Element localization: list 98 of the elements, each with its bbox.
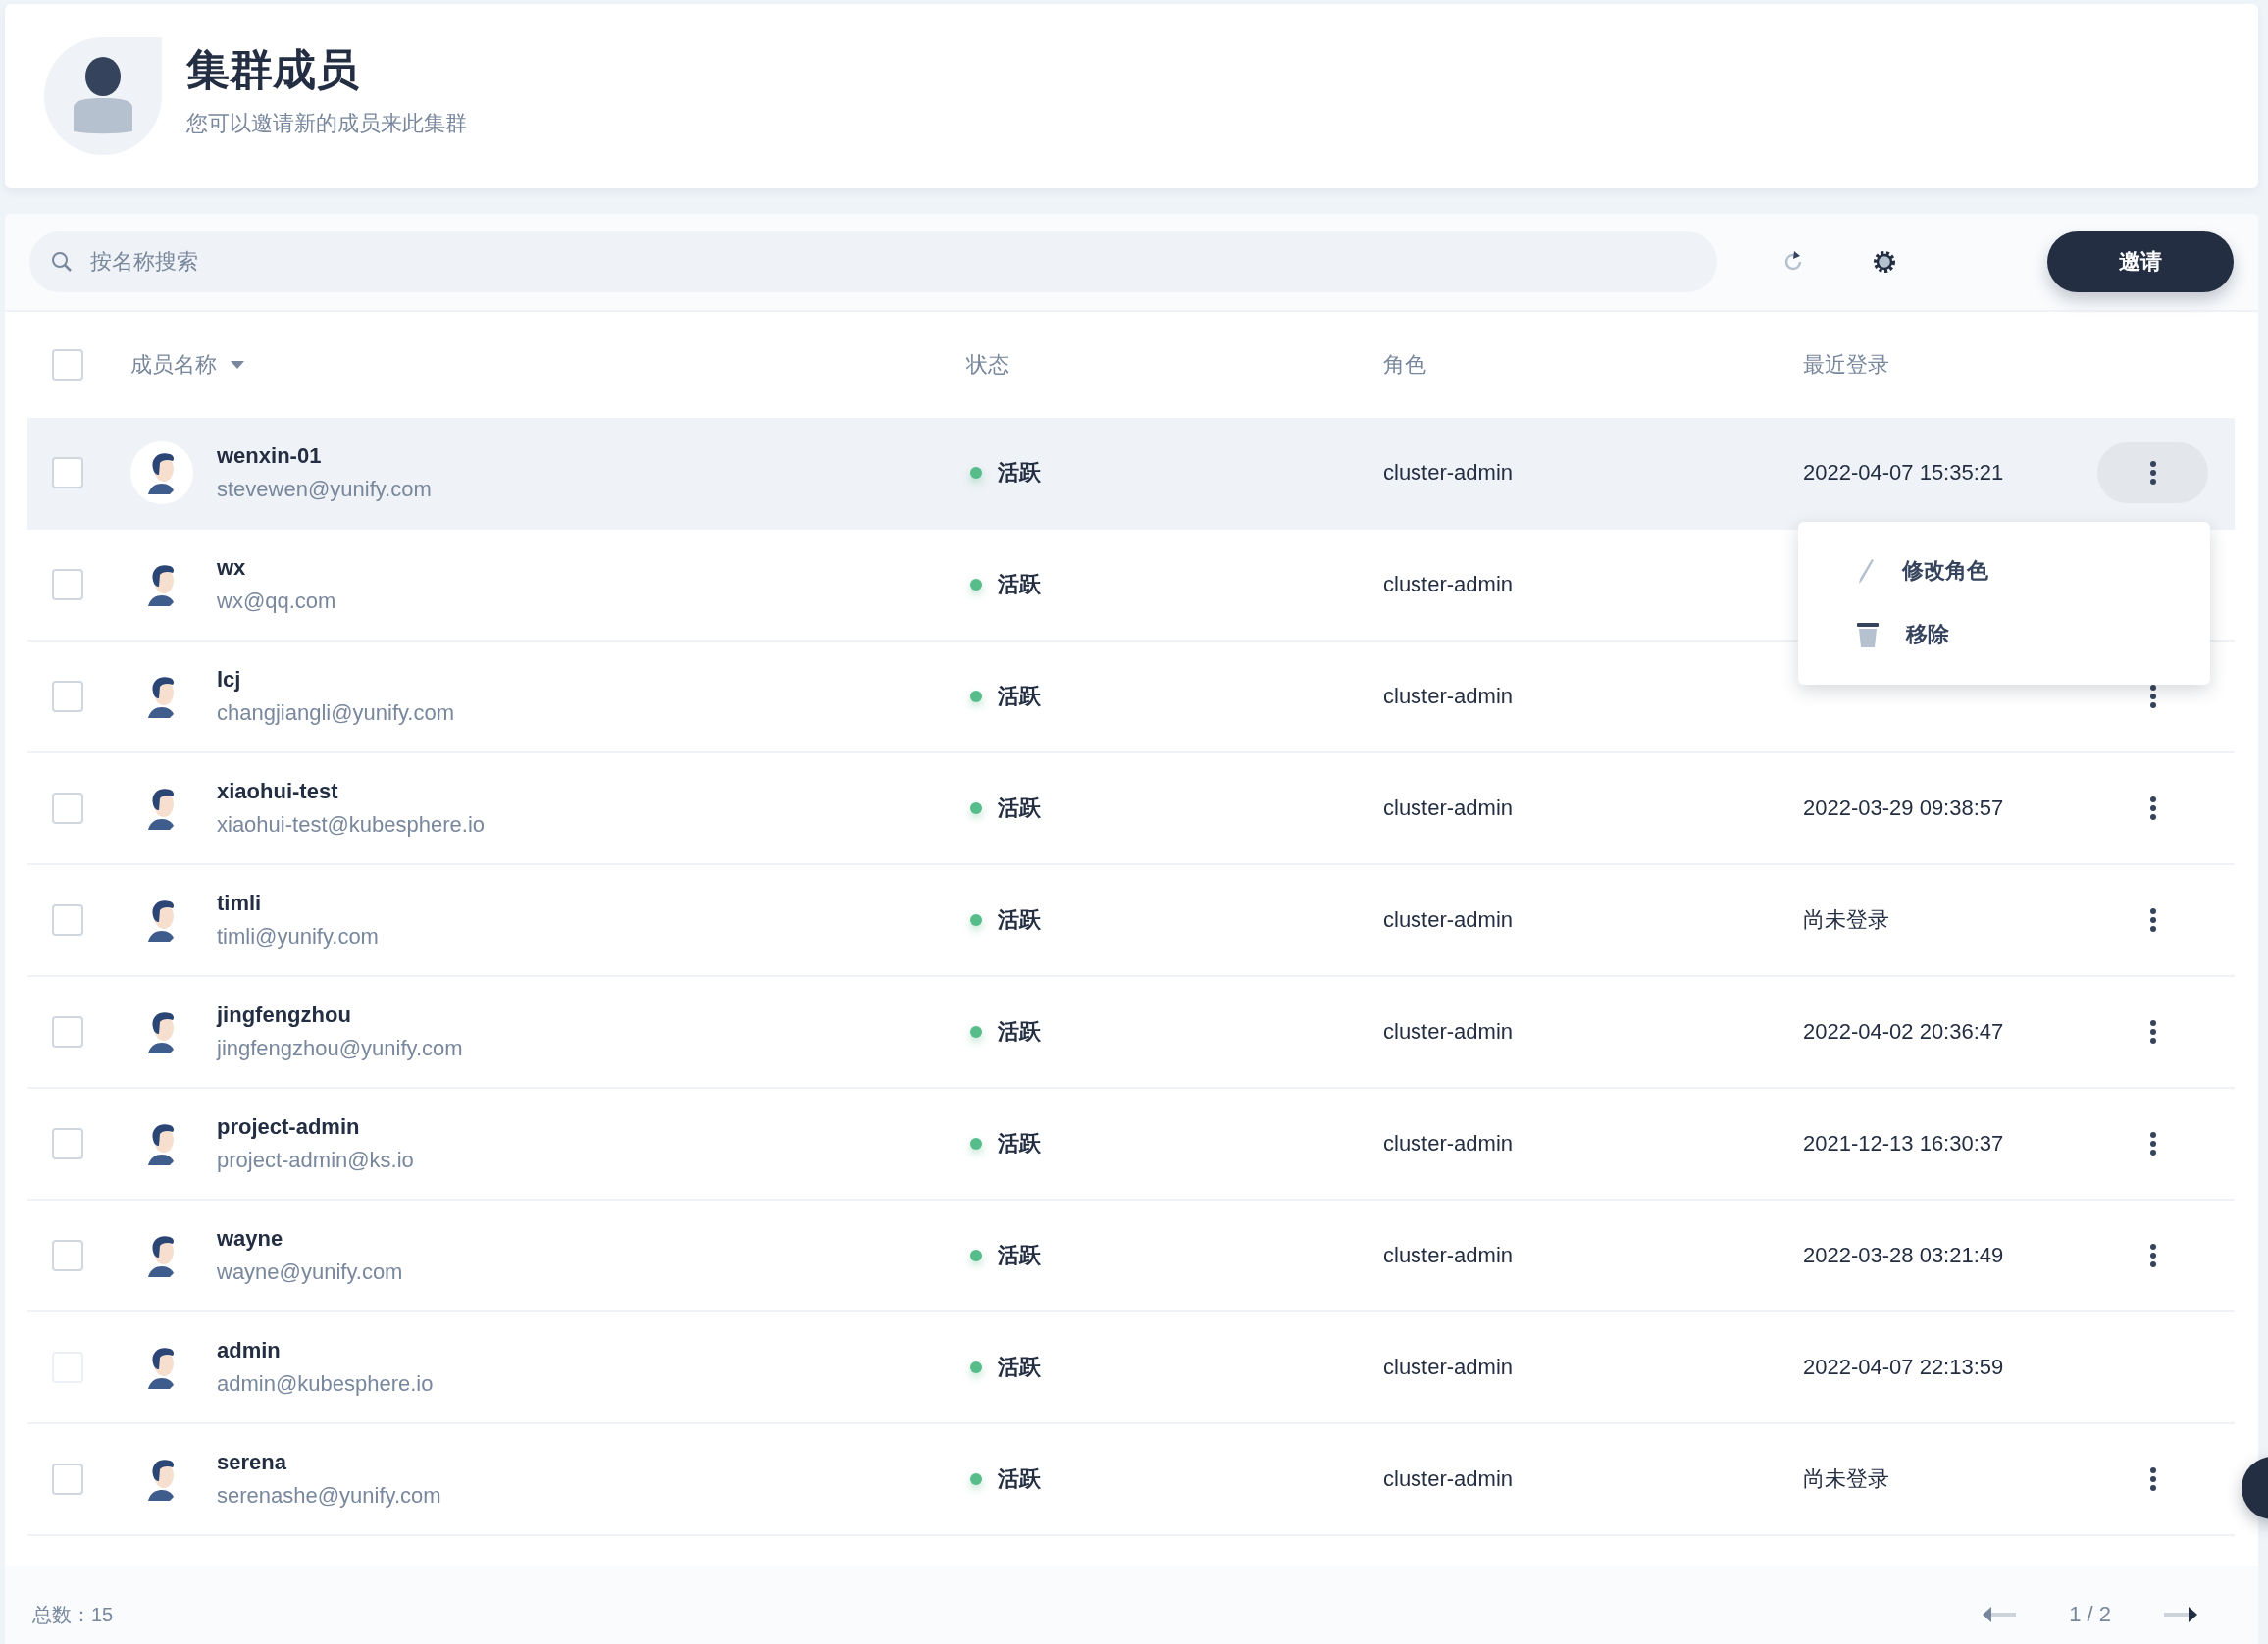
status-dot [970, 1361, 982, 1373]
status-text: 活跃 [998, 1465, 1041, 1493]
row-checkbox[interactable] [52, 681, 83, 712]
role-text: cluster-admin [1383, 1019, 1514, 1044]
status-dot [970, 1473, 982, 1485]
member-name[interactable]: timli [217, 891, 379, 916]
right-arrow-icon [2162, 1606, 2197, 1623]
table-row[interactable]: serena serenashe@yunify.com 活跃 cluster-admin 尚未登录 [27, 1424, 2235, 1536]
member-name[interactable]: wenxin-01 [217, 443, 432, 469]
row-checkbox[interactable] [52, 1128, 83, 1159]
member-name[interactable]: project-admin [217, 1114, 414, 1140]
member-name[interactable]: wx [217, 555, 336, 581]
table-row[interactable]: wayne wayne@yunify.com 活跃 cluster-admin 2022-03-28 03:21:49 [27, 1201, 2235, 1312]
member-email: xiaohui-test@kubesphere.io [217, 812, 486, 838]
table-row[interactable]: timli timli@yunify.com 活跃 cluster-admin 尚未登录 [27, 865, 2235, 977]
status-text: 活跃 [998, 795, 1041, 822]
member-email: serenashe@yunify.com [217, 1483, 441, 1509]
more-icon [2149, 1132, 2156, 1156]
row-checkbox[interactable] [52, 1016, 83, 1048]
role-text: cluster-admin [1383, 1131, 1514, 1156]
trash-icon [1857, 621, 1879, 647]
last-login-text: 2022-04-02 20:36:47 [1803, 1019, 2004, 1044]
table-row[interactable]: project-admin project-admin@ks.io 活跃 cluster-admin 2021-12-13 16:30:37 [27, 1089, 2235, 1201]
menu-item[interactable]: 修改角色 [1798, 543, 2210, 597]
last-login-text: 2022-04-07 15:35:21 [1803, 460, 2004, 485]
page-indicator: 1 / 2 [2069, 1602, 2111, 1627]
table-row[interactable]: jingfengzhou jingfengzhou@yunify.com 活跃 cluster-admin 2022-04-02 20:36:47 [27, 977, 2235, 1089]
role-text: cluster-admin [1383, 1355, 1514, 1379]
last-login-text: 2022-03-28 03:21:49 [1803, 1243, 2004, 1267]
row-checkbox[interactable] [52, 569, 83, 600]
more-icon [2149, 1020, 2156, 1044]
role-text: cluster-admin [1383, 796, 1514, 820]
more-icon [2149, 908, 2156, 932]
last-login-text: 2022-04-07 22:13:59 [1803, 1355, 2004, 1379]
status-text: 活跃 [998, 571, 1041, 598]
member-email: stevewen@yunify.com [217, 477, 432, 502]
more-icon [2149, 1244, 2156, 1267]
total-count: 总数：15 [32, 1602, 114, 1627]
more-icon [2149, 1467, 2156, 1491]
last-login-text: 2022-03-29 09:38:57 [1803, 796, 2004, 820]
search-icon [51, 251, 73, 273]
status-dot [970, 914, 982, 926]
select-all-checkbox[interactable] [52, 349, 83, 381]
member-email: changjiangli@yunify.com [217, 700, 455, 726]
member-email: jingfengzhou@yunify.com [217, 1036, 463, 1061]
more-icon [2149, 685, 2156, 708]
last-login-text: 尚未登录 [1803, 907, 1889, 932]
settings-icon [1872, 249, 1897, 275]
member-email: wx@qq.com [217, 589, 336, 614]
status-dot [970, 1250, 982, 1261]
sort-caret-icon[interactable] [231, 361, 244, 369]
member-name[interactable]: xiaohui-test [217, 779, 486, 804]
status-text: 活跃 [998, 1018, 1041, 1046]
pencil-icon [1857, 556, 1875, 585]
member-email: wayne@yunify.com [217, 1259, 403, 1285]
row-checkbox[interactable] [52, 904, 83, 936]
status-text: 活跃 [998, 1130, 1041, 1157]
status-dot [970, 1138, 982, 1150]
column-header: 角色 [1383, 352, 1426, 377]
invite-button[interactable]: 邀请 [2047, 231, 2234, 292]
page-title: 集群成员 [186, 43, 360, 95]
table-row[interactable]: xiaohui-test xiaohui-test@kubesphere.io 活跃 cluster-admin 2022-03-29 09:38:57 [27, 753, 2235, 865]
status-text: 活跃 [998, 906, 1041, 934]
column-header: 最近登录 [1803, 352, 1889, 377]
row-checkbox[interactable] [52, 1464, 83, 1495]
member-name[interactable]: serena [217, 1450, 441, 1475]
more-icon [2149, 796, 2156, 820]
row-checkbox[interactable] [52, 457, 83, 488]
column-header[interactable]: 成员名称 [130, 350, 217, 380]
status-text: 活跃 [998, 683, 1041, 710]
member-email: admin@kubesphere.io [217, 1371, 434, 1397]
role-text: cluster-admin [1383, 907, 1514, 932]
member-name[interactable]: jingfengzhou [217, 1002, 463, 1028]
status-dot [970, 691, 982, 702]
search-field[interactable]: 按名称搜索 [29, 231, 1717, 292]
role-text: cluster-admin [1383, 1466, 1514, 1491]
role-text: cluster-admin [1383, 572, 1514, 596]
role-text: cluster-admin [1383, 684, 1514, 708]
last-login-text: 2021-12-13 16:30:37 [1803, 1131, 2004, 1156]
status-text: 活跃 [998, 459, 1041, 487]
status-dot [970, 1026, 982, 1038]
row-checkbox[interactable] [52, 1240, 83, 1271]
status-dot [970, 579, 982, 591]
member-email: timli@yunify.com [217, 924, 379, 950]
last-login-text: 尚未登录 [1803, 1466, 1889, 1491]
row-checkbox[interactable] [52, 793, 83, 824]
status-dot [970, 467, 982, 479]
page-subtitle: 您可以邀请新的成员来此集群 [186, 109, 467, 137]
member-email: project-admin@ks.io [217, 1148, 414, 1173]
left-arrow-icon [1983, 1606, 2019, 1623]
more-icon [2149, 461, 2156, 485]
role-text: cluster-admin [1383, 1243, 1514, 1267]
status-dot [970, 802, 982, 814]
status-text: 活跃 [998, 1242, 1041, 1269]
member-name[interactable]: wayne [217, 1226, 403, 1252]
column-header: 状态 [966, 352, 1009, 377]
status-text: 活跃 [998, 1354, 1041, 1381]
role-text: cluster-admin [1383, 460, 1514, 485]
